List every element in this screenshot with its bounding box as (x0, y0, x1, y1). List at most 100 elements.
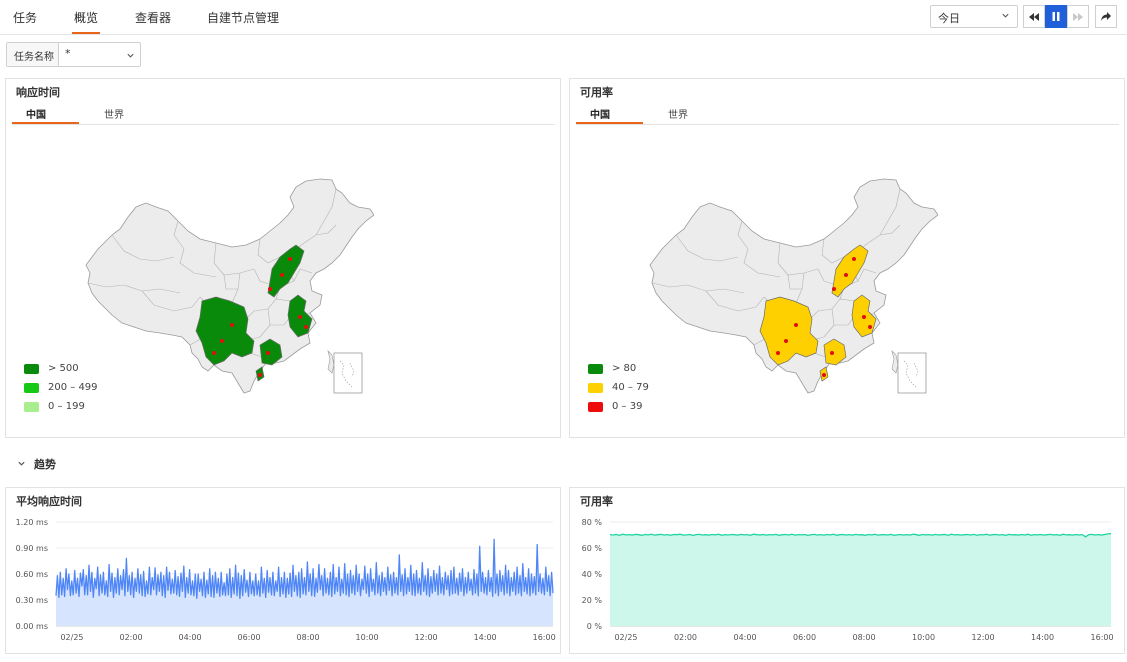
y-tick-label: 20 % (582, 596, 603, 605)
tab-tasks[interactable]: 任务 (13, 9, 37, 26)
legend-item: 200 – 499 (24, 378, 98, 397)
legend-swatch (24, 382, 39, 393)
share-button[interactable] (1095, 5, 1117, 28)
tab-self-built-nodes[interactable]: 自建节点管理 (207, 9, 279, 26)
x-tick-label: 04:00 (179, 633, 202, 642)
pause-icon (1052, 12, 1060, 21)
legend-label: 0 – 39 (612, 401, 643, 412)
avg-response-time-panel: 平均响应时间 0.00 ms 0.30 ms 0.60 ms 0.90 ms 1.20 … (5, 487, 561, 654)
probe-marker[interactable] (288, 257, 292, 261)
region-tabs: 中国 世界 (576, 101, 1119, 125)
probe-marker[interactable] (844, 273, 848, 277)
top-nav-bar: 任务 概览 查看器 自建节点管理 今日 (0, 0, 1127, 35)
probe-marker[interactable] (268, 287, 272, 291)
map-legend: > 80 40 – 79 0 – 39 (588, 359, 649, 416)
map-legend: > 500 200 – 499 0 – 199 (24, 359, 98, 416)
x-tick-label: 02:00 (674, 633, 697, 642)
chart-title: 平均响应时间 (16, 495, 82, 508)
tab-overview[interactable]: 概览 (71, 9, 101, 34)
y-tick-label: 0 % (587, 622, 603, 631)
x-tick-label: 02/25 (614, 633, 637, 642)
panel-title: 响应时间 (16, 86, 60, 99)
probe-marker[interactable] (852, 257, 856, 261)
probe-marker[interactable] (230, 323, 234, 327)
series-area (610, 533, 1111, 626)
probe-marker[interactable] (776, 351, 780, 355)
chevron-down-icon (1002, 13, 1009, 18)
x-tick-label: 06:00 (238, 633, 261, 642)
rewind-icon (1029, 12, 1039, 21)
x-tick-label: 10:00 (356, 633, 379, 642)
legend-label: > 80 (612, 363, 637, 374)
legend-item: 40 – 79 (588, 378, 649, 397)
y-tick-label: 0.60 ms (16, 570, 48, 579)
task-name-value: * (65, 47, 71, 60)
y-tick-label: 1.20 ms (16, 518, 48, 527)
y-tick-label: 0.30 ms (16, 596, 48, 605)
probe-marker[interactable] (212, 351, 216, 355)
legend-swatch (588, 401, 603, 412)
x-tick-label: 12:00 (415, 633, 438, 642)
probe-marker[interactable] (304, 325, 308, 329)
x-tick-label: 16:00 (533, 633, 556, 642)
pause-button[interactable] (1045, 5, 1067, 28)
tab-world[interactable]: 世界 (104, 106, 124, 121)
region-tabs: 中国 世界 (12, 101, 555, 125)
probe-marker[interactable] (258, 373, 262, 377)
probe-marker[interactable] (794, 323, 798, 327)
x-tick-label: 08:00 (297, 633, 320, 642)
legend-swatch (24, 363, 39, 374)
legend-swatch (588, 382, 603, 393)
probe-marker[interactable] (868, 325, 872, 329)
china-map[interactable] (648, 177, 938, 399)
active-tab-underline (12, 122, 79, 124)
south-china-sea-inset (333, 352, 363, 394)
legend-label: 200 – 499 (48, 382, 98, 393)
legend-label: 0 – 199 (48, 401, 85, 412)
probe-marker[interactable] (298, 315, 302, 319)
filter-label: 任务名称 (7, 43, 59, 66)
x-tick-label: 06:00 (793, 633, 816, 642)
response-time-chart[interactable]: 0.00 ms 0.30 ms 0.60 ms 0.90 ms 1.20 ms 02/25… (6, 510, 560, 653)
tab-world[interactable]: 世界 (668, 106, 688, 121)
trend-section-toggle[interactable]: 趋势 (17, 456, 56, 472)
x-tick-label: 12:00 (972, 633, 995, 642)
tab-viewer[interactable]: 查看器 (135, 9, 171, 26)
active-tab-underline (576, 122, 643, 124)
probe-marker[interactable] (220, 339, 224, 343)
rewind-button[interactable] (1023, 5, 1045, 28)
probe-marker[interactable] (830, 351, 834, 355)
y-tick-label: 0.00 ms (16, 622, 48, 631)
fast-forward-icon (1073, 12, 1083, 21)
probe-marker[interactable] (862, 315, 866, 319)
x-tick-label: 04:00 (733, 633, 756, 642)
x-tick-label: 14:00 (1031, 633, 1054, 642)
y-tick-label: 60 % (582, 544, 603, 553)
probe-marker[interactable] (832, 287, 836, 291)
tab-china[interactable]: 中国 (590, 106, 610, 121)
tab-china[interactable]: 中国 (26, 106, 46, 121)
panel-title: 可用率 (580, 86, 613, 99)
time-range-value: 今日 (938, 12, 960, 25)
task-name-filter: 任务名称 * (6, 42, 141, 67)
legend-item: 0 – 39 (588, 397, 649, 416)
x-tick-label: 10:00 (912, 633, 935, 642)
task-name-select[interactable]: * (59, 43, 140, 66)
probe-marker[interactable] (266, 351, 270, 355)
fast-forward-button[interactable] (1067, 5, 1089, 28)
legend-swatch (24, 401, 39, 412)
time-range-select[interactable]: 今日 (930, 5, 1018, 28)
probe-marker[interactable] (784, 339, 788, 343)
probe-marker[interactable] (822, 373, 826, 377)
x-tick-label: 02:00 (119, 633, 142, 642)
x-tick-label: 14:00 (474, 633, 497, 642)
island-region (891, 350, 899, 374)
island-region (327, 350, 335, 374)
availability-map-panel: 可用率 中国 世界 > 80 40 – 79 0 – 39 (569, 78, 1125, 438)
probe-marker[interactable] (280, 273, 284, 277)
china-map[interactable] (84, 177, 374, 399)
availability-chart[interactable]: 0 % 20 % 40 % 60 % 80 % 02/25 02:00 04:00 06:00 0… (570, 510, 1124, 653)
legend-swatch (588, 363, 603, 374)
x-tick-label: 08:00 (853, 633, 876, 642)
legend-label: > 500 (48, 363, 79, 374)
